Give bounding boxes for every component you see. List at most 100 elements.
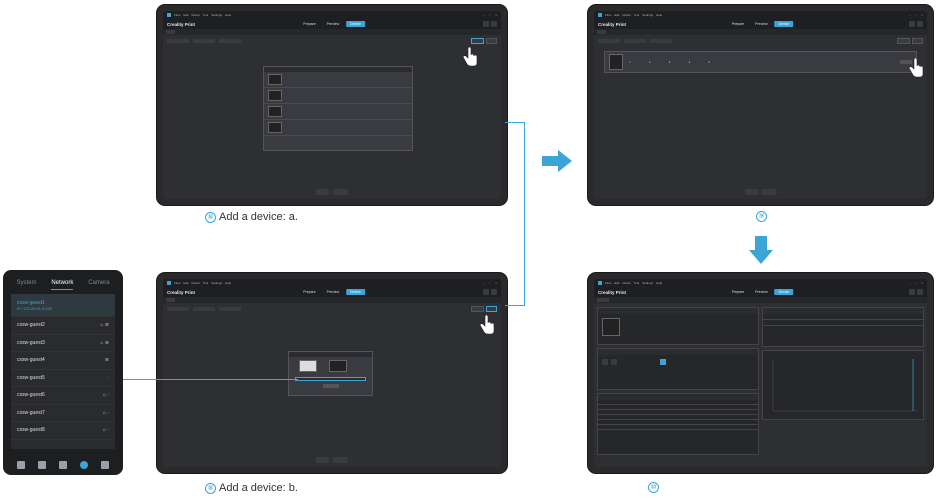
window-controls[interactable]: – ▫ × <box>908 13 923 17</box>
menu-help[interactable]: Help <box>225 13 231 17</box>
menu-edit[interactable]: Edit <box>614 13 619 17</box>
menu-help[interactable]: Help <box>656 281 662 285</box>
window-controls[interactable]: – ▫ × <box>908 281 923 285</box>
tab-preview[interactable]: Preview <box>323 289 343 295</box>
menu-settings[interactable]: Settings <box>642 13 653 17</box>
more-button[interactable] <box>485 38 497 44</box>
device-chip[interactable] <box>597 298 610 302</box>
list-item[interactable] <box>598 425 758 430</box>
device-row[interactable] <box>264 120 412 136</box>
menu-files[interactable]: Files <box>605 281 611 285</box>
tab-prepare[interactable]: Prepare <box>299 21 319 27</box>
tab-preview[interactable]: Preview <box>751 289 771 295</box>
menu-files[interactable]: Files <box>174 281 180 285</box>
tab-prepare[interactable]: Prepare <box>299 289 319 295</box>
network-item[interactable]: cxsw-guest2 ⌂ ≋ <box>11 317 115 335</box>
settings-icon[interactable] <box>79 461 88 469</box>
filter-field[interactable] <box>193 39 215 43</box>
tab-prepare[interactable]: Prepare <box>728 21 748 27</box>
menu-tool[interactable]: Tool <box>634 281 640 285</box>
settings-icon[interactable] <box>491 21 497 27</box>
tab-device[interactable]: Device <box>346 21 365 27</box>
tab-preview[interactable]: Preview <box>751 21 771 27</box>
menu-tool[interactable]: Tool <box>203 281 209 285</box>
add-device-button[interactable] <box>471 306 484 312</box>
menu-help[interactable]: Help <box>225 281 231 285</box>
menu-settings[interactable]: Settings <box>642 281 653 285</box>
tab-prepare[interactable]: Prepare <box>728 289 748 295</box>
device-list-chip[interactable] <box>597 30 607 34</box>
jog-button[interactable] <box>602 359 608 365</box>
network-item[interactable]: cxsw-guest6 ⌂ · <box>11 387 115 405</box>
ip-input[interactable] <box>295 377 366 381</box>
add-device-button[interactable] <box>897 38 910 44</box>
menu-tool[interactable]: Tool <box>634 13 640 17</box>
filter-field[interactable] <box>167 39 189 43</box>
menu-tool[interactable]: Tool <box>203 13 209 17</box>
bottom-button[interactable] <box>761 189 777 195</box>
network-item[interactable]: cxsw-guest3 ⌂ ≋ <box>11 335 115 352</box>
filter-field[interactable] <box>219 307 241 311</box>
menu-edit[interactable]: Edit <box>183 281 188 285</box>
network-item[interactable]: cxsw-guest4 ≋ <box>11 352 115 370</box>
filter-field[interactable] <box>219 39 241 43</box>
filter-field[interactable] <box>598 39 620 43</box>
jog-button[interactable] <box>611 359 617 365</box>
connect-button[interactable] <box>322 384 339 388</box>
menu-files[interactable]: Files <box>605 13 611 17</box>
device-list-chip[interactable] <box>166 30 176 34</box>
bottom-button[interactable] <box>333 457 349 463</box>
tab-device[interactable]: Device <box>774 21 794 27</box>
filter-field[interactable] <box>193 307 215 311</box>
user-icon[interactable] <box>909 289 915 295</box>
menu-model[interactable]: Model <box>192 13 200 17</box>
settings-icon[interactable] <box>491 289 497 295</box>
tab-preview[interactable]: Preview <box>323 21 343 27</box>
tab-camera[interactable]: Camera <box>88 280 109 290</box>
menu-edit[interactable]: Edit <box>183 13 188 17</box>
settings-icon[interactable] <box>917 21 923 27</box>
network-item[interactable]: cxsw-guest7 ⌂ · <box>11 405 115 422</box>
network-item[interactable]: cxsw-guest8 ⌂ · <box>11 422 115 440</box>
tab-system[interactable]: System <box>16 280 36 290</box>
device-row[interactable] <box>264 72 412 88</box>
device-row[interactable] <box>264 104 412 120</box>
filter-field[interactable] <box>624 39 646 43</box>
menu-settings[interactable]: Settings <box>211 281 222 285</box>
home-icon[interactable] <box>17 461 26 469</box>
more-button[interactable] <box>911 38 923 44</box>
settings-icon[interactable] <box>917 289 923 295</box>
tab-device[interactable]: Device <box>774 289 794 295</box>
tab-device[interactable]: Device <box>346 289 365 295</box>
user-icon[interactable] <box>909 21 915 27</box>
bottom-button[interactable] <box>744 189 758 195</box>
user-icon[interactable] <box>483 21 489 27</box>
menu-model[interactable]: Model <box>623 281 631 285</box>
menu-edit[interactable]: Edit <box>614 281 619 285</box>
window-controls[interactable]: – ▫ × <box>482 13 497 17</box>
network-item[interactable]: cxsw-guest5 · <box>11 370 115 387</box>
add-device-button[interactable] <box>471 38 484 44</box>
bottom-button[interactable] <box>333 189 349 195</box>
device-row[interactable] <box>264 88 412 104</box>
more-button[interactable] <box>485 306 497 312</box>
filter-field[interactable] <box>650 39 672 43</box>
bottom-button[interactable] <box>315 189 330 195</box>
sliders-icon[interactable] <box>38 461 47 469</box>
user-icon[interactable] <box>483 289 489 295</box>
menu-settings[interactable]: Settings <box>211 13 222 17</box>
menu-help[interactable]: Help <box>656 13 662 17</box>
network-item[interactable]: cxsw-guest1 IP: 172.20.21.4.230 <box>11 294 115 317</box>
device-list-chip[interactable] <box>166 298 176 302</box>
menu-files[interactable]: Files <box>174 13 180 17</box>
bottom-button[interactable] <box>315 457 330 463</box>
folder-icon[interactable] <box>58 461 67 469</box>
menu-model[interactable]: Model <box>623 13 631 17</box>
user-icon[interactable] <box>100 461 109 469</box>
tab-network[interactable]: Network <box>51 280 74 290</box>
menu-model[interactable]: Model <box>192 281 200 285</box>
jog-button[interactable] <box>660 359 666 365</box>
filter-field[interactable] <box>167 307 189 311</box>
device-card[interactable]: ● ● ● ● ● <box>604 51 917 73</box>
window-controls[interactable]: – ▫ × <box>482 281 497 285</box>
